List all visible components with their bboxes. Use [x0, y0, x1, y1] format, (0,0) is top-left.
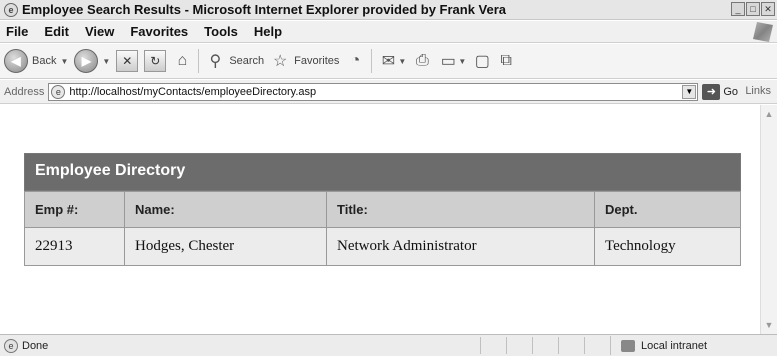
window-title: Employee Search Results - Microsoft Inte…: [22, 2, 507, 17]
close-button[interactable]: ✕: [761, 2, 775, 16]
menu-favorites[interactable]: Favorites: [122, 24, 196, 39]
refresh-button[interactable]: ↻: [144, 50, 167, 72]
window-controls: _ □ ✕: [731, 2, 775, 16]
maximize-button[interactable]: □: [746, 2, 760, 16]
back-arrow-icon: ◀: [4, 49, 28, 73]
search-button[interactable]: ⚲ Search: [205, 51, 264, 71]
minimize-button[interactable]: _: [731, 2, 745, 16]
home-icon[interactable]: ⌂: [172, 51, 192, 71]
cell-title: Network Administrator: [326, 227, 595, 266]
page-icon: e: [51, 84, 66, 99]
links-button[interactable]: Links: [745, 85, 771, 97]
address-url: http://localhost/myContacts/employeeDire…: [69, 85, 317, 98]
favorites-button[interactable]: ☆ Favorites: [270, 51, 339, 71]
column-header-name: Name:: [124, 191, 327, 228]
search-icon: ⚲: [209, 53, 222, 70]
forward-button[interactable]: ▶ ▼: [74, 49, 110, 73]
toolbar-divider: [371, 49, 373, 73]
go-label: Go: [723, 85, 739, 98]
windows-flag-icon: [753, 22, 773, 42]
title-bar: e Employee Search Results - Microsoft In…: [0, 0, 777, 20]
toolbar: ◀ Back ▼ ▶ ▼ ✕ ↻ ⌂ ⚲ Search ☆ Favorites …: [0, 44, 777, 79]
column-header-title: Title:: [326, 191, 595, 228]
forward-arrow-icon: ▶: [74, 49, 99, 73]
scroll-down-icon[interactable]: ▼: [762, 318, 776, 332]
menu-help[interactable]: Help: [246, 24, 290, 39]
page-content: Employee Directory Emp #: Name: Title: D…: [0, 105, 760, 334]
scroll-up-icon[interactable]: ▲: [762, 107, 776, 121]
chevron-down-icon[interactable]: ▼: [60, 57, 68, 66]
messenger-icon[interactable]: ⧉: [496, 51, 516, 71]
zone-label: Local intranet: [641, 339, 708, 352]
table-header-row: Emp #: Name: Title: Dept.: [24, 191, 741, 228]
vertical-scrollbar[interactable]: ▲ ▼: [760, 105, 777, 334]
address-label: Address: [4, 85, 45, 98]
status-bar: e Done Local intranet: [0, 334, 777, 356]
back-button[interactable]: ◀ Back ▼: [4, 49, 68, 73]
page-icon: e: [4, 338, 18, 353]
cell-dept: Technology: [594, 227, 741, 266]
cell-emp: 22913: [24, 227, 125, 266]
favorites-label: Favorites: [294, 55, 340, 67]
address-bar: Address e http://localhost/myContacts/em…: [0, 80, 777, 104]
status-text: Done: [22, 339, 49, 352]
column-header-dept: Dept.: [594, 191, 741, 228]
mail-icon[interactable]: ✉: [378, 51, 398, 71]
cell-name: Hodges, Chester: [124, 227, 327, 266]
go-arrow-icon: ➜: [702, 83, 721, 100]
ie-logo-icon: e: [4, 2, 18, 17]
chevron-down-icon[interactable]: ▼: [458, 57, 466, 66]
status-panels: [480, 337, 610, 354]
stop-button[interactable]: ✕: [116, 50, 139, 72]
search-label: Search: [229, 55, 265, 67]
menu-file[interactable]: File: [0, 24, 36, 39]
star-icon: ☆: [273, 53, 288, 70]
menu-bar: File Edit View Favorites Tools Help: [0, 21, 777, 43]
back-label: Back: [32, 55, 57, 67]
column-header-emp: Emp #:: [24, 191, 125, 228]
discuss-icon[interactable]: ▢: [472, 51, 492, 71]
go-button[interactable]: ➜ Go: [702, 83, 739, 100]
menu-tools[interactable]: Tools: [196, 24, 246, 39]
chevron-down-icon[interactable]: ▼: [398, 57, 406, 66]
table-row: 22913 Hodges, Chester Network Administra…: [24, 227, 741, 266]
edit-icon[interactable]: ▭: [438, 51, 458, 71]
menu-edit[interactable]: Edit: [36, 24, 77, 39]
print-icon[interactable]: ⎙: [412, 51, 432, 71]
chevron-down-icon[interactable]: ▼: [682, 84, 697, 99]
toolbar-divider: [198, 49, 200, 73]
history-icon[interactable]: ◔: [345, 51, 365, 71]
address-input[interactable]: e http://localhost/myContacts/employeeDi…: [48, 82, 699, 101]
chevron-down-icon[interactable]: ▼: [102, 57, 110, 66]
table-caption: Employee Directory: [24, 153, 741, 191]
security-zone: Local intranet: [610, 336, 777, 355]
menu-view[interactable]: View: [77, 24, 122, 39]
employee-directory-table: Employee Directory Emp #: Name: Title: D…: [24, 153, 741, 266]
intranet-icon: [621, 339, 635, 352]
